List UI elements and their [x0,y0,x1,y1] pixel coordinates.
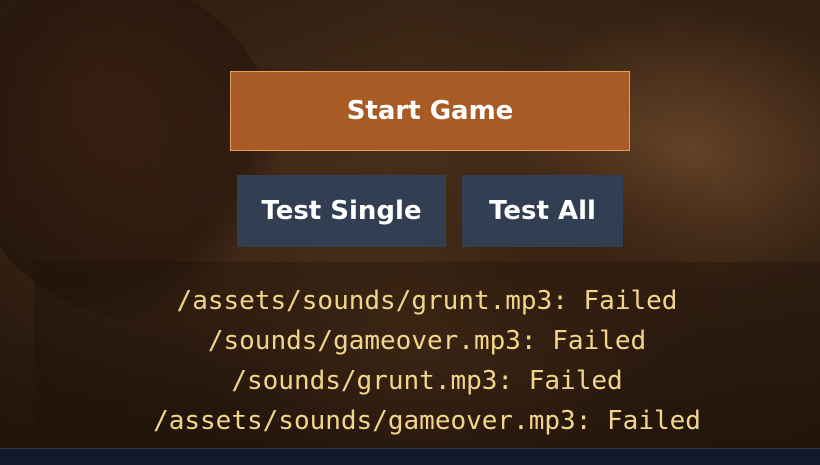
test-all-button[interactable]: Test All [462,175,623,247]
log-line: /assets/sounds/grunt.mp3: Failed [176,286,678,316]
log-line: /assets/sounds/gameover.mp3: Failed [153,406,701,436]
log-line: /sounds/gameover.mp3: Failed [207,326,647,356]
start-game-button[interactable]: Start Game [230,71,630,151]
bottom-bar [0,448,820,465]
sound-test-log: /assets/sounds/grunt.mp3: Failed /sounds… [34,281,820,441]
log-line: /sounds/grunt.mp3: Failed [231,366,623,396]
test-single-button[interactable]: Test Single [237,175,446,247]
